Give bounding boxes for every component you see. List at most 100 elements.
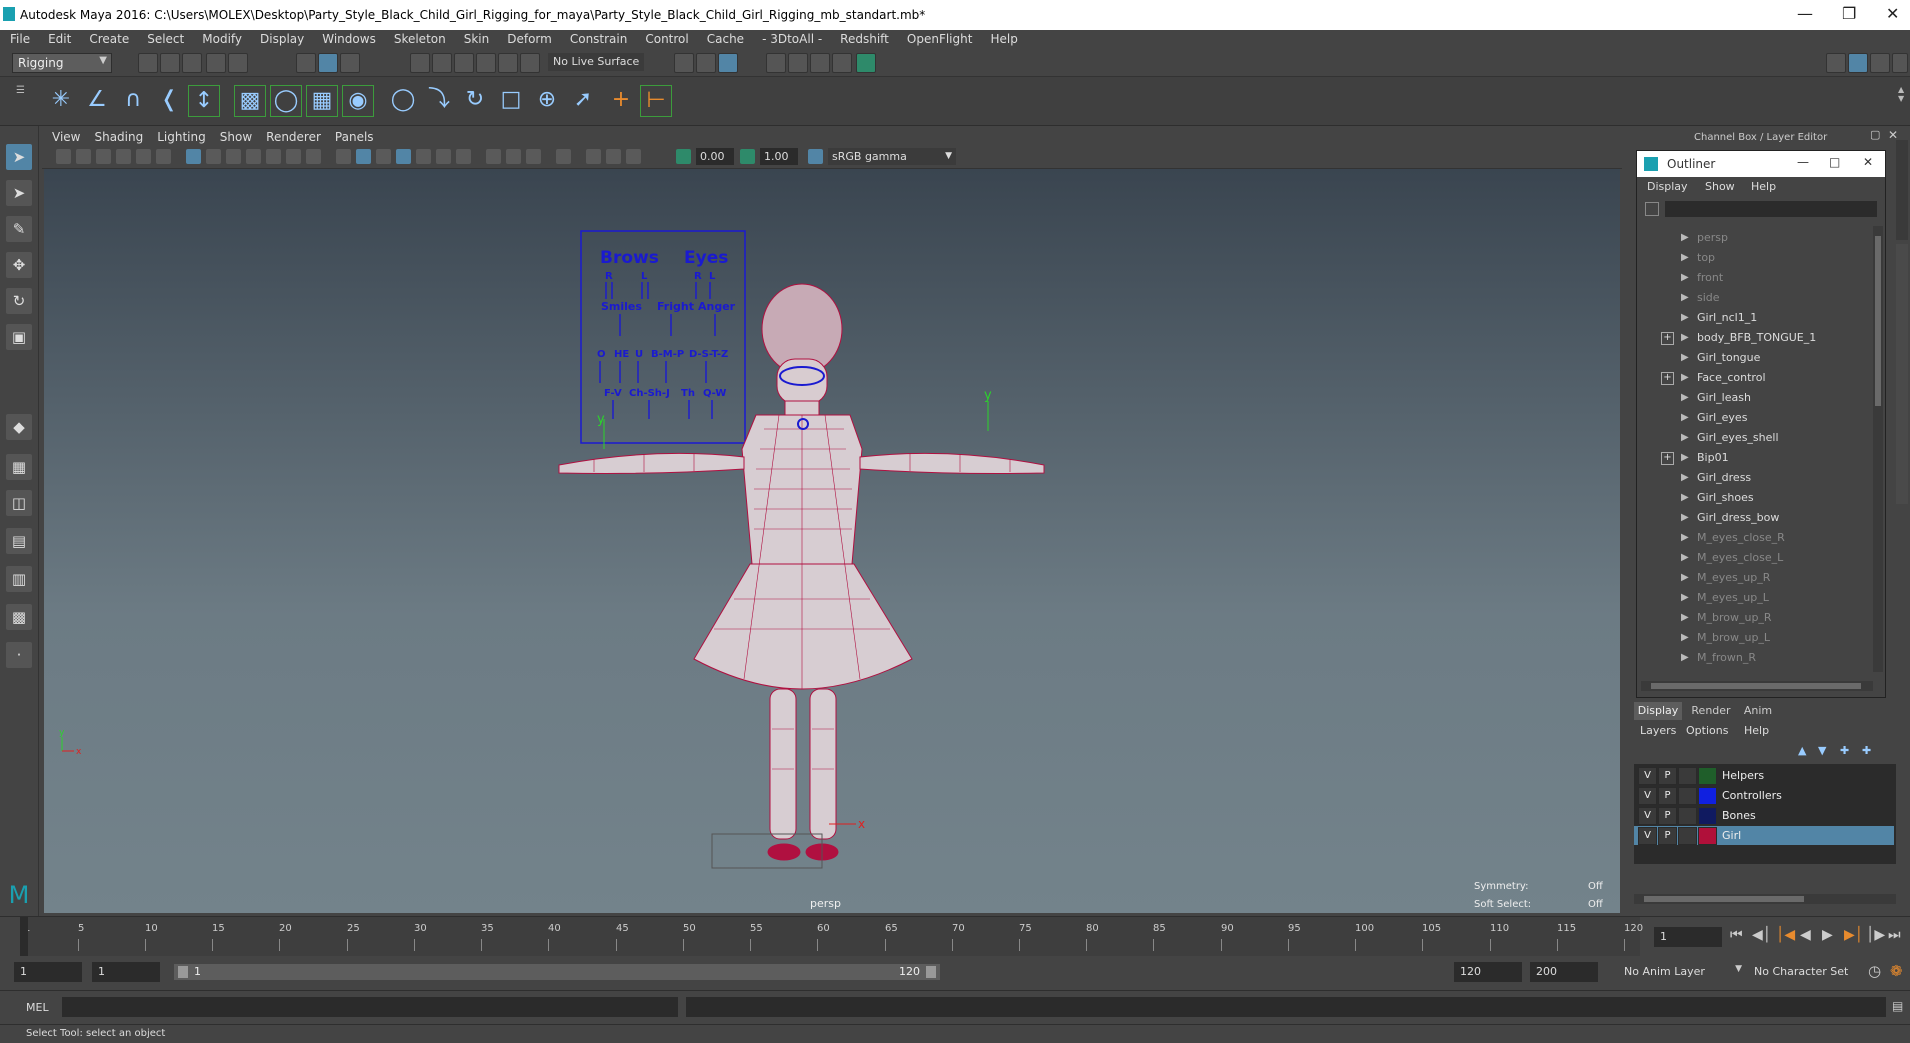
layer-tab-anim[interactable]: Anim	[1738, 702, 1778, 720]
resolution-gate-icon[interactable]	[226, 149, 241, 164]
vp-menu-show[interactable]: Show	[220, 128, 252, 146]
exposure-icon[interactable]	[676, 149, 691, 164]
menu-windows[interactable]: Windows	[322, 30, 376, 49]
scroll-thumb[interactable]	[1875, 236, 1881, 406]
playback-end-field[interactable]: 120	[1454, 962, 1522, 982]
add-attribute-icon[interactable]: +	[606, 85, 636, 115]
step-back-icon[interactable]: ◀│	[1752, 927, 1771, 943]
xray-active-icon[interactable]	[626, 149, 641, 164]
render-view-icon[interactable]	[810, 53, 830, 73]
time-ruler[interactable]: 1510152025303540455055606570758085909510…	[20, 917, 1643, 957]
menu-file[interactable]: File	[10, 30, 30, 49]
layer-visibility-toggle[interactable]: V	[1638, 807, 1657, 825]
shelf-options-icon[interactable]: ☰	[16, 85, 30, 115]
persp-graph-icon[interactable]: ▤	[6, 528, 32, 554]
layer-row[interactable]: V P Girl	[1634, 826, 1894, 845]
menu-create[interactable]: Create	[89, 30, 129, 49]
outliner-v-scrollbar[interactable]	[1873, 226, 1883, 672]
color-management-icon[interactable]	[808, 149, 823, 164]
outliner-item[interactable]: ▶ M_eyes_up_R	[1637, 568, 1873, 588]
depth-of-field-icon[interactable]	[526, 149, 541, 164]
layer-playback-toggle[interactable]: P	[1658, 767, 1677, 785]
ambient-occlusion-icon[interactable]	[456, 149, 471, 164]
toggle-tool-settings-icon[interactable]	[1870, 53, 1890, 73]
paint-select-icon[interactable]: ✎	[6, 216, 32, 242]
outliner-menu-help[interactable]: Help	[1751, 180, 1776, 193]
outliner-menu-display[interactable]: Display	[1647, 180, 1688, 193]
scale-constraint-icon[interactable]: □	[496, 85, 526, 115]
toggle-attribute-editor-icon[interactable]	[1892, 53, 1908, 73]
attribute-editor-tab[interactable]	[1896, 140, 1908, 240]
vp-menu-panels[interactable]: Panels	[335, 128, 374, 146]
outliner-item[interactable]: ▶ M_eyes_up_L	[1637, 588, 1873, 608]
select-hierarchy-icon[interactable]	[296, 53, 316, 73]
save-scene-icon[interactable]	[182, 53, 202, 73]
layer-color-swatch[interactable]	[1698, 787, 1717, 805]
time-slider[interactable]: 1510152025303540455055606570758085909510…	[0, 916, 1910, 957]
layer-color-swatch[interactable]	[1698, 827, 1717, 845]
layer-tab-display[interactable]: Display	[1634, 702, 1682, 720]
expand-icon[interactable]: +	[1661, 332, 1674, 345]
new-layer-selected-icon[interactable]: ✚	[1862, 744, 1871, 757]
gamma-field[interactable]: 1.00	[760, 148, 798, 165]
layer-playback-toggle[interactable]: P	[1658, 827, 1677, 845]
menu-redshift[interactable]: Redshift	[840, 30, 889, 49]
menu-openflight[interactable]: OpenFlight	[907, 30, 973, 49]
outliner-item[interactable]: ▶ Girl_tongue	[1637, 348, 1873, 368]
persp-outliner-icon[interactable]: ▥	[6, 566, 32, 592]
orient-constraint-icon[interactable]: ↻	[460, 85, 490, 115]
float-icon[interactable]: ▢	[1870, 128, 1880, 141]
outliner-item[interactable]: ▶ persp	[1637, 228, 1873, 248]
layer-type-toggle[interactable]	[1678, 827, 1697, 845]
outliner-item[interactable]: ▶ M_eyes_close_R	[1637, 528, 1873, 548]
menu-control[interactable]: Control	[645, 30, 688, 49]
smooth-bind-icon[interactable]: ◯	[270, 85, 302, 117]
outliner-item[interactable]: + ▶ Face_control	[1637, 368, 1873, 388]
menu-deform[interactable]: Deform	[507, 30, 552, 49]
perspective-viewport[interactable]: Brows Eyes R L R L Smiles Fright Anger O…	[44, 169, 1620, 913]
side-by-side-icon[interactable]: ◫	[6, 490, 32, 516]
anim-layer-dropdown[interactable]: No Anim Layer ▼	[1624, 964, 1742, 982]
ik-spline-icon[interactable]: ∩	[118, 85, 148, 115]
use-all-lights-icon[interactable]	[416, 149, 431, 164]
outliner-list[interactable]: ▶ persp ▶ top ▶ front ▶ side ▶ Girl_ncl1_1 + ▶ body_…	[1637, 226, 1873, 672]
channel-box-tab[interactable]	[1896, 244, 1908, 504]
aim-constraint-icon[interactable]: ⤵	[424, 85, 454, 115]
field-chart-icon[interactable]	[266, 149, 281, 164]
layout-editor-icon[interactable]: ▩	[6, 604, 32, 630]
color-space-dropdown[interactable]: sRGB gamma ▼	[828, 148, 956, 165]
connection-editor-icon[interactable]: ⊢	[640, 85, 672, 117]
menu-modify[interactable]: Modify	[202, 30, 242, 49]
outliner-item[interactable]: ▶ Girl_dress	[1637, 468, 1873, 488]
outliner-item[interactable]: ▶ M_brow_up_L	[1637, 628, 1873, 648]
insert-joint-icon[interactable]: ↕	[188, 85, 220, 117]
range-handle-left-icon[interactable]	[178, 966, 188, 978]
move-layer-up-icon[interactable]: ▲	[1798, 744, 1806, 757]
select-object-icon[interactable]	[318, 53, 338, 73]
auto-key-icon[interactable]: ◷	[1868, 962, 1881, 980]
workspace-icon[interactable]	[1826, 53, 1846, 73]
minimize-icon[interactable]: —	[1797, 4, 1813, 23]
single-view-icon[interactable]: ◆	[6, 414, 32, 440]
layer-visibility-toggle[interactable]: V	[1638, 767, 1657, 785]
current-frame-marker[interactable]	[20, 917, 28, 957]
scale-tool-icon[interactable]: ▣	[6, 324, 32, 350]
snap-curve-icon[interactable]	[432, 53, 452, 73]
image-plane-icon[interactable]	[116, 149, 131, 164]
lattice-icon[interactable]: ▦	[306, 85, 338, 117]
character-set-dropdown[interactable]: No Character Set	[1754, 964, 1864, 982]
select-tool-icon[interactable]: ➤	[6, 144, 32, 170]
animation-end-field[interactable]: 200	[1530, 962, 1598, 982]
outliner-menu-show[interactable]: Show	[1705, 180, 1735, 193]
command-language-label[interactable]: MEL	[26, 1001, 49, 1014]
vp-menu-shading[interactable]: Shading	[94, 128, 143, 146]
hypershade-icon[interactable]	[788, 53, 808, 73]
outliner-item[interactable]: ▶ Girl_dress_bow	[1637, 508, 1873, 528]
outliner-item[interactable]: ▶ Girl_eyes	[1637, 408, 1873, 428]
range-slider[interactable]: 1 120	[174, 964, 940, 980]
exposure-field[interactable]: 0.00	[696, 148, 734, 165]
layer-menu-help[interactable]: Help	[1744, 724, 1769, 737]
goto-end-icon[interactable]: ⏭	[1888, 927, 1901, 943]
shadows-icon[interactable]	[436, 149, 451, 164]
outliner-item[interactable]: + ▶ Bip01	[1637, 448, 1873, 468]
